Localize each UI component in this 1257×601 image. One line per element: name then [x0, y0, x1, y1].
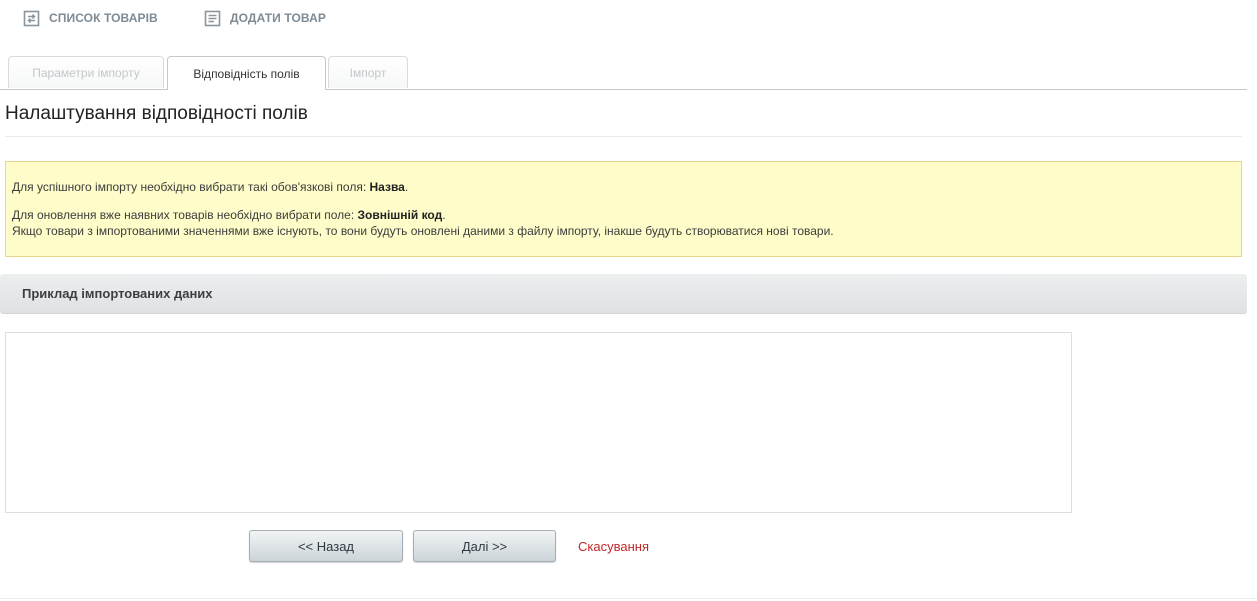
product-list-label: СПИСОК ТОВАРІВ: [49, 11, 158, 25]
notice-update-field: Для оновлення вже наявних товарів необхі…: [12, 208, 446, 222]
tab-import-params[interactable]: Параметри імпорту: [8, 56, 164, 88]
required-field-name: Назва: [369, 180, 405, 194]
update-field-name: Зовнішній код: [357, 208, 443, 222]
add-product-link[interactable]: ДОДАТИ ТОВАР: [204, 9, 326, 27]
tab-import[interactable]: Імпорт: [328, 56, 408, 88]
bottom-divider: [0, 598, 1257, 599]
section-title: Приклад імпортованих даних: [22, 286, 213, 301]
next-button[interactable]: Далі >>: [413, 530, 556, 562]
page-title: Налаштування відповідності полів: [5, 103, 308, 124]
title-divider: [5, 136, 1242, 137]
info-notice: Для успішного імпорту необхідно вибрати …: [5, 161, 1242, 257]
notice-update-explanation: Якщо товари з імпортованими значеннями в…: [12, 224, 834, 238]
list-refresh-icon: [23, 10, 40, 27]
sample-data-section-header: Приклад імпортованих даних: [0, 274, 1247, 314]
sample-data-preview: [5, 332, 1072, 513]
top-toolbar: СПИСОК ТОВАРІВ ДОДАТИ ТОВАР: [0, 0, 1257, 36]
product-list-link[interactable]: СПИСОК ТОВАРІВ: [23, 9, 158, 27]
import-wizard-tabs: Параметри імпорту Відповідність полів Ім…: [0, 56, 1247, 90]
cancel-link[interactable]: Скасування: [578, 539, 649, 554]
tab-field-mapping[interactable]: Відповідність полів: [167, 56, 326, 90]
add-document-icon: [204, 10, 221, 27]
back-button[interactable]: << Назад: [249, 530, 403, 562]
add-product-label: ДОДАТИ ТОВАР: [230, 11, 326, 25]
notice-required-fields: Для успішного імпорту необхідно вибрати …: [12, 180, 409, 194]
